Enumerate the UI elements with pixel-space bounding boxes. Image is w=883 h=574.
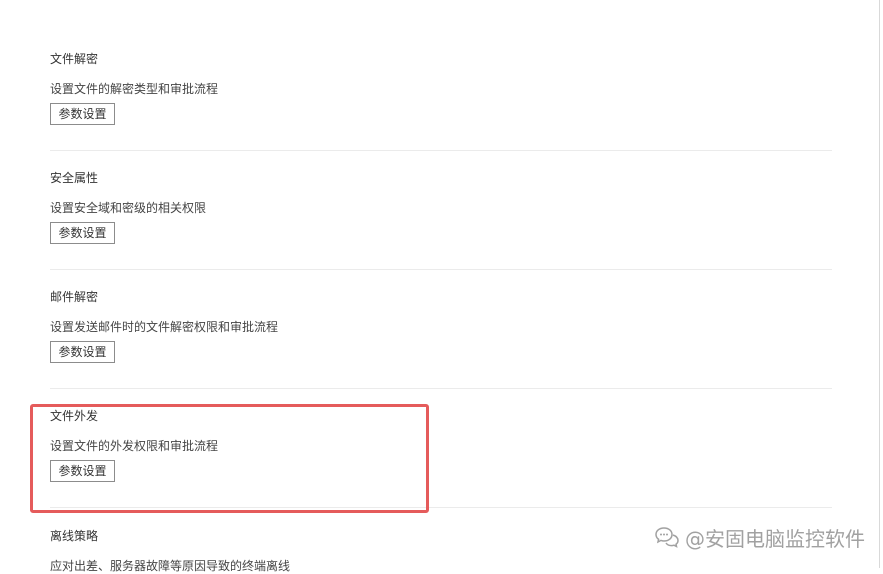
highlight-annotation-box [30,404,429,513]
watermark: @安固电脑监控软件 [655,523,865,551]
section-description: 设置发送邮件时的文件解密权限和审批流程 [50,320,279,334]
chat-bubbles-icon [655,526,679,548]
section-divider [50,388,832,389]
section-title: 邮件解密 [50,290,99,304]
section-description: 设置安全域和密级的相关权限 [50,201,207,215]
section-title: 离线策略 [50,529,99,543]
file-decrypt-settings-button[interactable]: 参数设置 [50,103,115,125]
security-attributes-settings-button[interactable]: 参数设置 [50,222,115,244]
section-divider [50,150,832,151]
section-file-decrypt: 文件解密 设置文件的解密类型和审批流程 参数设置 [50,51,832,141]
email-decrypt-settings-button[interactable]: 参数设置 [50,341,115,363]
section-description: 应对出差、服务器故障等原因导致的终端离线 [50,559,291,573]
section-divider [50,269,832,270]
section-description: 设置文件的解密类型和审批流程 [50,82,219,96]
section-title: 安全属性 [50,171,99,185]
section-security-attributes: 安全属性 设置安全域和密级的相关权限 参数设置 [50,170,832,260]
content-right-border [879,0,880,568]
section-email-decrypt: 邮件解密 设置发送邮件时的文件解密权限和审批流程 参数设置 [50,289,832,379]
section-title: 文件解密 [50,52,99,66]
watermark-text: @安固电脑监控软件 [685,526,865,551]
